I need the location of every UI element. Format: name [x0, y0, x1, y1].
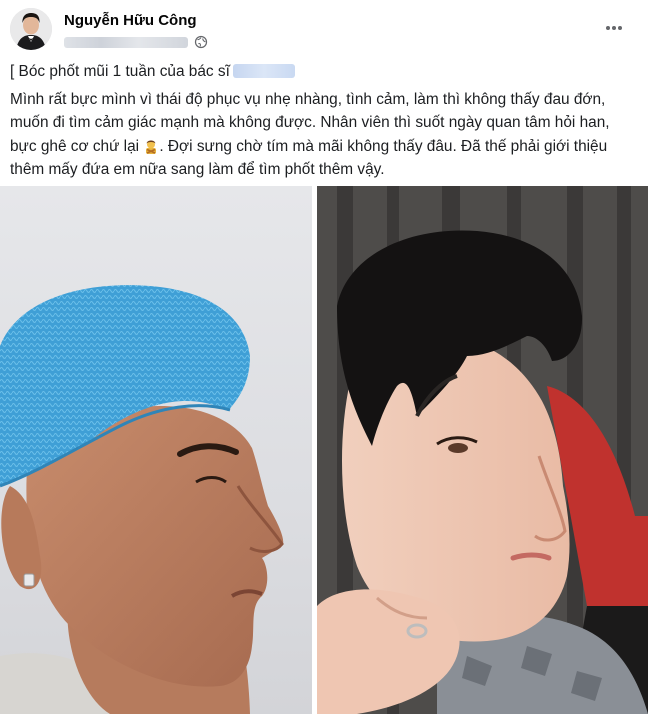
post-title-line: [ Bóc phốt mũi 1 tuần của bác sĩ	[10, 60, 636, 84]
post-photos	[0, 186, 648, 714]
author-avatar[interactable]	[10, 8, 52, 50]
author-name[interactable]: Nguyễn Hữu Công	[64, 12, 197, 29]
post-meta	[64, 34, 224, 50]
post-body: Mình rất bực mình vì thái độ phục vụ nhẹ…	[10, 88, 636, 182]
globe-icon[interactable]	[194, 35, 208, 49]
more-options-button[interactable]	[600, 14, 628, 42]
more-horizontal-icon	[606, 26, 622, 30]
post-title: [ Bóc phốt mũi 1 tuần của bác sĩ	[10, 63, 230, 80]
photo-after-surgery[interactable]	[317, 186, 648, 714]
person-gesturing-no-emoji	[146, 140, 157, 154]
post-header: Nguyễn Hữu Công	[8, 6, 640, 52]
facebook-post: Nguyễn Hữu Công [ Bóc phốt mũi 1 tuần củ…	[0, 0, 648, 714]
blurred-timestamp	[64, 37, 188, 48]
blurred-doctor-name	[232, 64, 295, 78]
post-text: [ Bóc phốt mũi 1 tuần của bác sĩ Mình rấ…	[10, 60, 636, 182]
photo-before-surgery[interactable]	[0, 186, 312, 714]
